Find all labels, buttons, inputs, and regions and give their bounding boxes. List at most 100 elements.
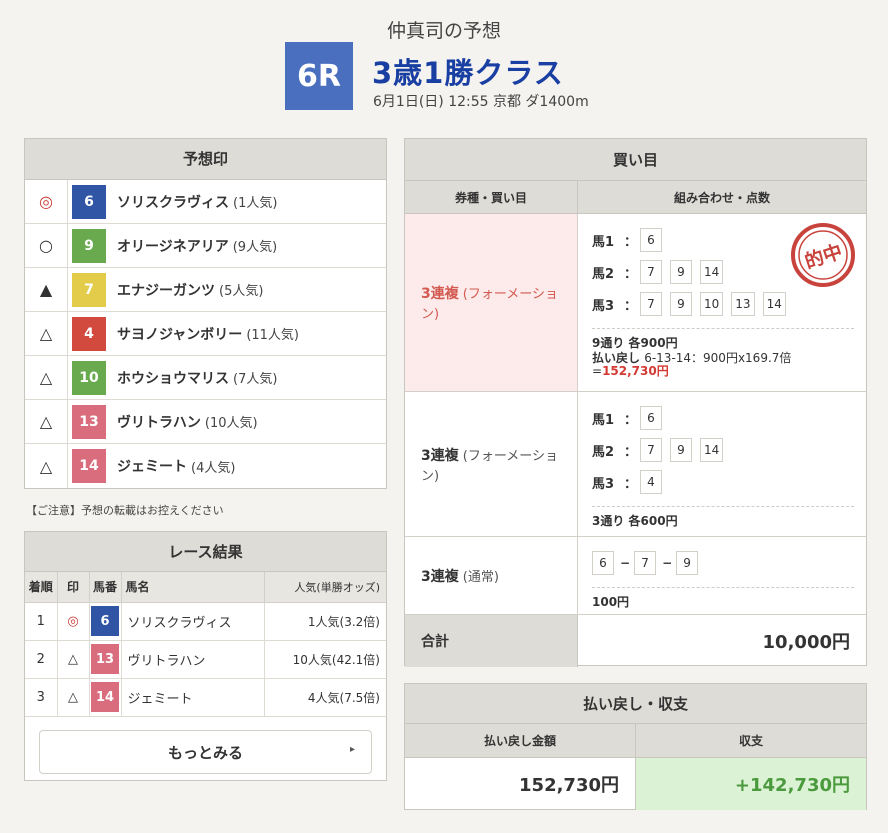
bet-type-label: 3連複 <box>421 447 459 464</box>
horse-number: 6 <box>72 184 106 219</box>
mark-symbol: ▲ <box>25 268 68 311</box>
prediction-marks-title: 予想印 <box>25 139 386 180</box>
col-name: 馬名 <box>121 572 266 603</box>
more-button-label: もっとみる <box>167 743 243 762</box>
combo-line: 6− 7− 9 <box>592 547 854 579</box>
horse-box: 14 <box>762 292 786 316</box>
total-value: 10,000円 <box>762 632 850 653</box>
combo-line: 馬2 ： 7 9 14 <box>592 434 854 466</box>
col-popularity: 人気(単勝オッズ) <box>264 572 386 603</box>
rank: 2 <box>25 640 58 679</box>
mark-symbol: △ <box>25 400 68 443</box>
horse-box: 6 <box>640 228 662 252</box>
horse-number: 9 <box>72 228 106 263</box>
horse-name: ホウショウマリス <box>117 370 229 387</box>
horse-popularity: (1人気) <box>233 196 278 211</box>
horse-box: 7 <box>640 292 662 316</box>
colon: ： <box>624 234 638 250</box>
result-table: 着順 印 馬番 馬名 人気(単勝オッズ) 1 ◎ 6 ソリスクラヴィス 1人気(… <box>25 572 386 717</box>
bet-row: 3連複 (フォーメーション) 馬1 ： 6 馬2 ： 7 9 14 馬3 ： 4 3通り… <box>405 392 866 537</box>
balance-value: +142,730円 <box>636 758 866 810</box>
horse-box: 7 <box>640 260 662 284</box>
payout-label: 払い戻し <box>592 351 641 365</box>
combo-label: 馬3 <box>592 298 615 314</box>
horse-box: 9 <box>670 438 692 462</box>
horse-popularity: (9人気) <box>232 240 278 255</box>
mark-row: ◎ 6 ソリスクラヴィス (1人気) <box>25 180 386 224</box>
prediction-marks-panel: 予想印 ◎ 6 ソリスクラヴィス (1人気) ○ 9 オリージネアリア (9人気… <box>24 138 387 489</box>
bet-summary: 3通り 各600円 <box>592 514 678 528</box>
horse-number: 6 <box>91 606 119 636</box>
horse-box: 4 <box>640 470 662 494</box>
mark-row: △ 10 ホウショウマリス (7人気) <box>25 356 386 400</box>
colon: ： <box>624 444 638 460</box>
combo-label: 馬1 <box>592 412 615 428</box>
bets-panel: 買い目 券種・買い目 組み合わせ・点数 3連複 (フォーメーション) 馬1 ： 6 … <box>404 138 867 667</box>
mark-symbol: ○ <box>25 224 68 267</box>
horse-name: ソリスクラヴィス <box>117 194 229 211</box>
combo-label: 馬2 <box>592 444 615 460</box>
horse-box: 9 <box>670 260 692 284</box>
stamp-text: 的中 <box>802 240 845 274</box>
popularity-odds: 4人気(7.5倍) <box>264 678 386 717</box>
combo-label: 馬3 <box>592 476 615 492</box>
race-result-title: レース結果 <box>25 532 386 572</box>
bet-row-hit: 3連複 (フォーメーション) 馬1 ： 6 馬2 ： 7 9 14 馬3 ： 7 9 1… <box>405 214 866 392</box>
divider <box>592 328 854 329</box>
horse-number: 14 <box>72 449 106 483</box>
horse-box: 6 <box>640 406 662 430</box>
horse-number: 4 <box>72 316 106 351</box>
combo-line: 馬3 ： 7 9 10 13 14 <box>592 288 854 320</box>
bet-type-label: 3連複 <box>421 568 459 585</box>
horse-name: ソリスクラヴィス <box>121 602 266 641</box>
horse-name: ヴリトラハン <box>117 414 201 431</box>
hit-stamp-icon: 的中 <box>791 223 855 287</box>
horse-box: 13 <box>731 292 755 316</box>
combo-line: 馬3 ： 4 <box>592 466 854 498</box>
mark-symbol: △ <box>25 444 68 488</box>
horse-box: 7 <box>634 551 657 575</box>
mark: △ <box>57 640 90 679</box>
combo-line: 馬1 ： 6 <box>592 402 854 434</box>
table-row: 2 △ 13 ヴリトラハン 10人気(42.1倍) <box>25 640 386 679</box>
horse-box: 6 <box>592 551 614 575</box>
race-info: 6月1日(日) 12:55 京都 ダ1400m <box>373 94 589 110</box>
mark-row: △ 4 サヨノジャンボリー (11人気) <box>25 312 386 356</box>
horse-popularity: (7人気) <box>233 372 278 387</box>
race-name: 3歳1勝クラス <box>372 56 564 90</box>
more-button[interactable]: もっとみる ▸ <box>39 730 372 774</box>
number-cell: 6 <box>89 602 122 641</box>
total-label: 合計 <box>405 615 578 667</box>
horse-number: 13 <box>72 404 106 439</box>
rank: 1 <box>25 602 58 641</box>
col-payout-amount: 払い戻し金額 <box>405 724 636 757</box>
bet-type: 3連複 (フォーメーション) <box>405 392 578 536</box>
colon: ： <box>624 298 638 314</box>
number-cell: 14 <box>89 678 122 717</box>
rank: 3 <box>25 678 58 717</box>
popularity-odds: 10人気(42.1倍) <box>264 640 386 679</box>
bet-detail: 馬1 ： 6 馬2 ： 7 9 14 馬3 ： 4 3通り 各600円 <box>578 392 866 536</box>
race-result-panel: レース結果 着順 印 馬番 馬名 人気(単勝オッズ) 1 ◎ 6 ソリスクラヴィ… <box>24 531 387 781</box>
payout-values: 152,730円 +142,730円 <box>405 758 866 810</box>
bet-summary: 100円 <box>592 595 630 609</box>
horse-name: エナジーガンツ <box>117 282 215 299</box>
horse-box: 14 <box>700 260 724 284</box>
col-combination: 組み合わせ・点数 <box>673 190 770 205</box>
horse-box: 9 <box>670 292 692 316</box>
mark-row: △ 14 ジェミート (4人気) <box>25 444 386 488</box>
horse-box: 10 <box>700 292 724 316</box>
horse-name: サヨノジャンボリー <box>117 326 243 343</box>
mark-symbol: △ <box>25 356 68 399</box>
horse-box: 14 <box>700 438 724 462</box>
horse-popularity: (11人気) <box>246 328 299 343</box>
race-number-badge: 6R <box>285 42 353 110</box>
bet-row: 3連複 (通常) 6− 7− 9 100円 <box>405 537 866 615</box>
col-number: 馬番 <box>89 572 122 603</box>
chevron-right-icon: ▸ <box>349 744 355 755</box>
colon: ： <box>624 266 638 282</box>
total-row: 合計 10,000円 <box>405 615 866 667</box>
payout-header: 払い戻し金額 収支 <box>405 724 866 758</box>
page-title: 仲真司の予想 <box>386 20 501 42</box>
horse-number: 7 <box>72 272 106 307</box>
